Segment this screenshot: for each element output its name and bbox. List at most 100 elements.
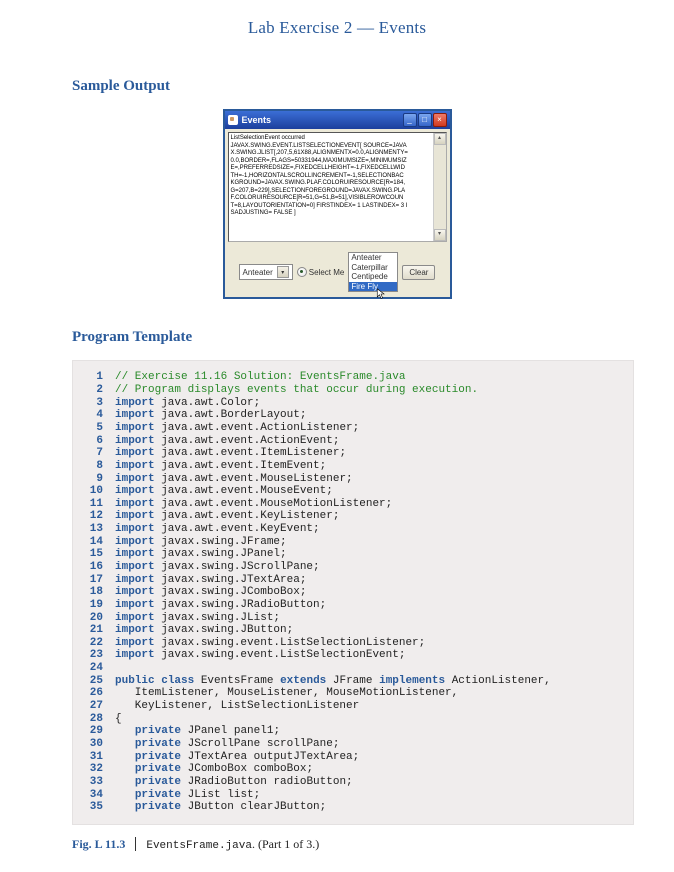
line-number: 34 (81, 789, 103, 802)
code-line: 23import javax.swing.event.ListSelection… (81, 649, 625, 662)
line-number: 6 (81, 435, 103, 448)
line-number: 18 (81, 586, 103, 599)
line-number: 31 (81, 751, 103, 764)
code-line: 5import java.awt.event.ActionListener; (81, 422, 625, 435)
code-line: 29 private JPanel panel1; (81, 725, 625, 738)
code-line: 14import javax.swing.JFrame; (81, 536, 625, 549)
code-line: 20import javax.swing.JList; (81, 612, 625, 625)
textarea-line: E=,PREFERREDSIZE=,FIXEDCELLHEIGHT=-1,FIX… (231, 165, 431, 173)
code-block: 1// Exercise 11.16 Solution: EventsFrame… (72, 360, 634, 824)
figure-part: . (Part 1 of 3.) (252, 837, 319, 851)
titlebar: Events _ □ × (225, 111, 450, 129)
divider (135, 837, 136, 851)
swing-window: Events _ □ × ListSelectionEvent occurred… (223, 109, 452, 299)
line-number: 16 (81, 561, 103, 574)
line-number: 7 (81, 447, 103, 460)
code-line: 21import javax.swing.JButton; (81, 624, 625, 637)
textarea-line: T=8,LAYOUTORIENTATION=0] FIRSTINDEX= 1 L… (231, 203, 431, 211)
scroll-up-icon[interactable]: ▴ (434, 133, 446, 145)
textarea-line: JAVAX.SWING.EVENT.LISTSELECTIONEVENT[ SO… (231, 143, 431, 151)
line-number: 10 (81, 485, 103, 498)
code-line: 8import java.awt.event.ItemEvent; (81, 460, 625, 473)
code-line: 13import java.awt.event.KeyEvent; (81, 523, 625, 536)
code-line: 7import java.awt.event.ItemListener; (81, 447, 625, 460)
section-program-template: Program Template (72, 329, 674, 346)
line-number: 8 (81, 460, 103, 473)
window-title: Events (242, 115, 403, 125)
code-line: 34 private JList list; (81, 789, 625, 802)
line-number: 12 (81, 510, 103, 523)
java-icon (228, 115, 238, 125)
line-number: 19 (81, 599, 103, 612)
line-number: 23 (81, 649, 103, 662)
code-line: 1// Exercise 11.16 Solution: EventsFrame… (81, 371, 625, 384)
textarea-line: SADJUSTING= FALSE ] (231, 210, 431, 218)
list-item[interactable]: Caterpillar (349, 263, 397, 273)
section-sample-output: Sample Output (72, 78, 674, 95)
maximize-button[interactable]: □ (418, 113, 432, 127)
scrollbar[interactable]: ▴ ▾ (433, 133, 446, 241)
textarea-line: X.SWING.JLIST[,207,5,61X88,ALIGNMENTX=0.… (231, 150, 431, 158)
line-number: 33 (81, 776, 103, 789)
code-line: 9import java.awt.event.MouseListener; (81, 473, 625, 486)
list-item[interactable]: Anteater (349, 253, 397, 263)
combobox-value: Anteater (243, 268, 273, 277)
code-line: 27 KeyListener, ListSelectionListener (81, 700, 625, 713)
line-number: 4 (81, 409, 103, 422)
code-line: 32 private JComboBox comboBox; (81, 763, 625, 776)
clear-button[interactable]: Clear (402, 265, 435, 280)
code-line: 16import javax.swing.JScrollPane; (81, 561, 625, 574)
textarea-line: ListSelectionEvent occurred (231, 135, 431, 143)
code-line: 26 ItemListener, MouseListener, MouseMot… (81, 687, 625, 700)
line-number: 28 (81, 713, 103, 726)
list-item[interactable]: Centipede (349, 272, 397, 282)
line-number: 24 (81, 662, 103, 675)
sample-output-screenshot: Events _ □ × ListSelectionEvent occurred… (0, 109, 674, 299)
code-line: 33 private JRadioButton radioButton; (81, 776, 625, 789)
code-line: 18import javax.swing.JComboBox; (81, 586, 625, 599)
code-line: 10import java.awt.event.MouseEvent; (81, 485, 625, 498)
code-line: 31 private JTextArea outputJTextArea; (81, 751, 625, 764)
minimize-button[interactable]: _ (403, 113, 417, 127)
line-number: 22 (81, 637, 103, 650)
list-item[interactable]: Fire Fly (349, 282, 397, 292)
page-title: Lab Exercise 2 — Events (0, 18, 674, 38)
figure-filename: EventsFrame.java (146, 840, 252, 852)
code-line: 25public class EventsFrame extends JFram… (81, 675, 625, 688)
line-number: 20 (81, 612, 103, 625)
textarea-line: G=207,B=229],SELECTIONFOREGROUND=JAVAX.S… (231, 188, 431, 196)
code-line: 2// Program displays events that occur d… (81, 384, 625, 397)
close-button[interactable]: × (433, 113, 447, 127)
line-number: 32 (81, 763, 103, 776)
code-line: 28{ (81, 713, 625, 726)
code-line: 11import java.awt.event.MouseMotionListe… (81, 498, 625, 511)
textarea-line: F.COLORUIRESOURCE[R=51,G=51,B=51],VISIBL… (231, 195, 431, 203)
code-line: 35 private JButton clearJButton; (81, 801, 625, 814)
line-number: 25 (81, 675, 103, 688)
scroll-down-icon[interactable]: ▾ (434, 229, 446, 241)
code-line: 17import javax.swing.JTextArea; (81, 574, 625, 587)
radio-label: Select Me (309, 268, 345, 277)
animal-combobox[interactable]: Anteater ▾ (239, 264, 293, 280)
chevron-down-icon[interactable]: ▾ (277, 266, 289, 278)
line-number: 5 (81, 422, 103, 435)
code-line: 3import java.awt.Color; (81, 397, 625, 410)
line-number: 35 (81, 801, 103, 814)
line-number: 30 (81, 738, 103, 751)
line-number: 1 (81, 371, 103, 384)
output-textarea[interactable]: ListSelectionEvent occurredJAVAX.SWING.E… (228, 132, 447, 242)
line-number: 15 (81, 548, 103, 561)
animal-list[interactable]: AnteaterCaterpillarCentipedeFire Fly (348, 252, 398, 292)
code-line: 12import java.awt.event.KeyListener; (81, 510, 625, 523)
textarea-line: 0.0,BORDER=,FLAGS=50331944,MAXIMUMSIZE=,… (231, 158, 431, 166)
select-me-radio[interactable]: Select Me (297, 267, 345, 277)
line-number: 3 (81, 397, 103, 410)
line-number: 26 (81, 687, 103, 700)
textarea-line: KGROUND=JAVAX.SWING.PLAF.COLORUIRESOURCE… (231, 180, 431, 188)
textarea-line: TH=-1,HORIZONTALSCROLLINCREMENT=-1,SELEC… (231, 173, 431, 181)
line-number: 13 (81, 523, 103, 536)
line-number: 9 (81, 473, 103, 486)
line-number: 11 (81, 498, 103, 511)
code-line: 4import java.awt.BorderLayout; (81, 409, 625, 422)
figure-label: Fig. L 11.3 (72, 837, 125, 852)
